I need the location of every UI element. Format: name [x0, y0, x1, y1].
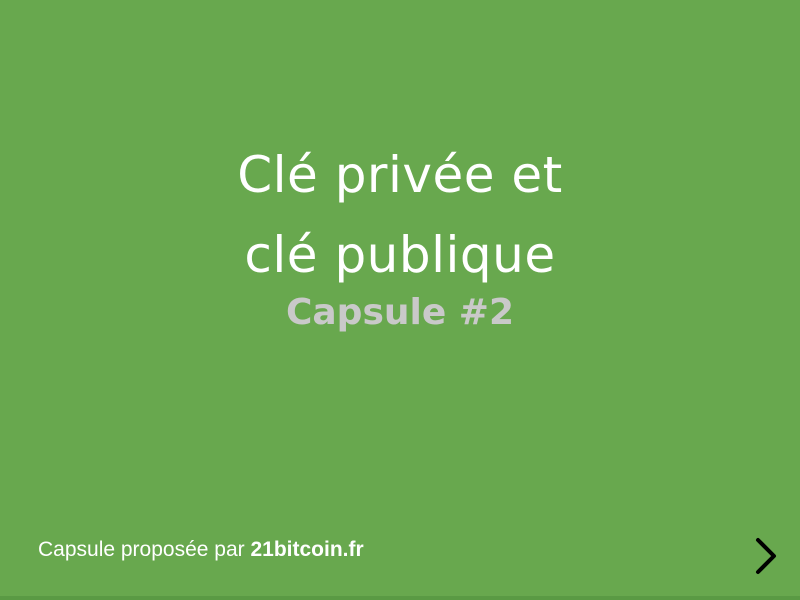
title-block: Clé privée et clé publique Capsule #2: [0, 135, 800, 335]
slide-subtitle: Capsule #2: [285, 292, 515, 333]
next-slide-button[interactable]: [744, 528, 788, 584]
bottom-strip: [0, 596, 800, 600]
slide-title-line-2: clé publique: [244, 226, 556, 284]
footer-prefix: Capsule proposée par: [38, 538, 251, 561]
slide-title-line-1: Clé privée et: [237, 146, 563, 204]
footer-credit: Capsule proposée par 21bitcoin.fr: [38, 536, 364, 564]
chevron-right-icon: [756, 538, 776, 574]
slide: Clé privée et clé publique Capsule #2 Ca…: [0, 0, 800, 596]
footer-brand: 21bitcoin.fr: [250, 538, 364, 561]
